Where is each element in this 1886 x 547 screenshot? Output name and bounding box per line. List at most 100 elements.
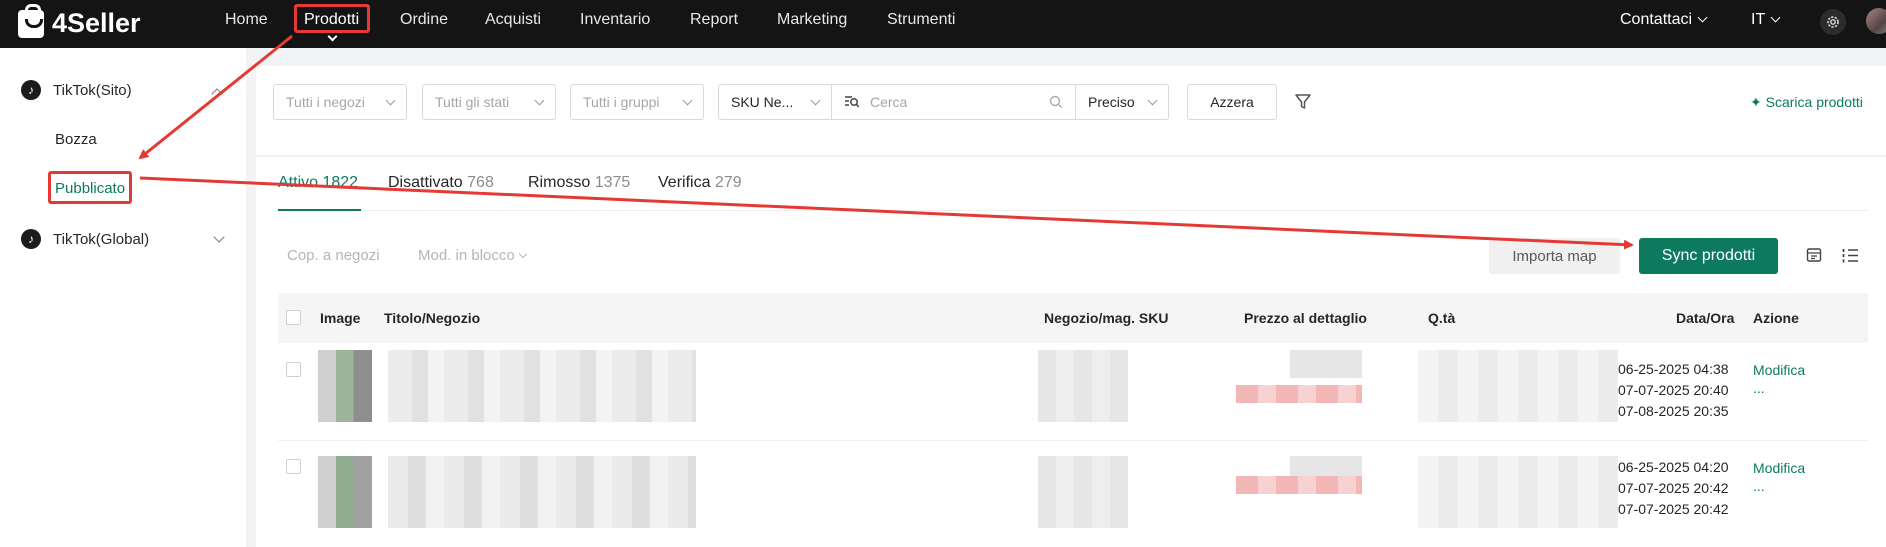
annotation-highlight-pubblicato xyxy=(48,171,132,204)
tab-label: Rimosso xyxy=(528,174,591,191)
sku-pixelated xyxy=(1038,456,1128,528)
tab-divider xyxy=(278,210,1868,211)
tab-label: Disattivato xyxy=(388,174,463,191)
sidebar-group-label: TikTok(Sito) xyxy=(53,81,132,99)
active-nav-caret-icon xyxy=(327,31,338,42)
nav-item-ordine[interactable]: Ordine xyxy=(400,11,448,29)
nav-item-report[interactable]: Report xyxy=(690,11,738,29)
tiktok-icon: ♪ xyxy=(21,229,41,249)
chevron-down-icon xyxy=(534,95,545,105)
list-density-icon[interactable] xyxy=(1842,247,1859,264)
row-checkbox[interactable] xyxy=(286,362,301,377)
tiktok-icon: ♪ xyxy=(21,80,41,100)
edit-link[interactable]: Modifica xyxy=(1753,362,1805,378)
shop-filter-label: Tutti i negozi xyxy=(286,94,365,110)
more-actions-link[interactable]: ... xyxy=(1753,478,1765,494)
more-actions-link[interactable]: ... xyxy=(1753,380,1765,396)
nav-item-acquisti[interactable]: Acquisti xyxy=(485,11,541,29)
sidebar-group-tiktok-sito[interactable]: ♪ TikTok(Sito) xyxy=(21,80,132,100)
price-pixelated xyxy=(1236,385,1362,403)
search-input[interactable]: Cerca xyxy=(831,84,1076,120)
status-filter-label: Tutti gli stati xyxy=(435,94,510,110)
nav-item-home[interactable]: Home xyxy=(225,11,268,29)
sidebar xyxy=(0,48,246,547)
row-divider xyxy=(278,440,1868,441)
copy-to-shops-button[interactable]: Cop. a negozi xyxy=(287,247,380,264)
download-products-label: Scarica prodotti xyxy=(1765,94,1863,110)
tab-rimosso[interactable]: Rimosso 1375 xyxy=(528,174,630,192)
match-mode-label: Preciso xyxy=(1088,94,1135,110)
annotation-highlight-prodotti xyxy=(294,4,370,33)
status-filter-select[interactable]: Tutti gli stati xyxy=(422,84,556,120)
tab-count: 1375 xyxy=(594,174,631,191)
tab-label: Verifica xyxy=(658,174,711,191)
search-icon[interactable] xyxy=(1049,95,1063,109)
contact-label: Contattaci xyxy=(1620,11,1693,28)
filter-icon[interactable] xyxy=(1294,93,1312,111)
synced-date: 07-08-2025 20:35 xyxy=(1618,403,1729,419)
created-date: 06-25-2025 04:20 xyxy=(1618,459,1729,475)
tab-disattivato[interactable]: Disattivato 768 xyxy=(388,174,494,192)
sidebar-group-label: TikTok(Global) xyxy=(53,230,150,248)
price-pixelated xyxy=(1290,350,1362,378)
tab-count: 768 xyxy=(467,174,494,191)
column-header-action: Azione xyxy=(1753,310,1799,326)
chevron-down-icon xyxy=(518,249,527,259)
group-filter-select[interactable]: Tutti i gruppi xyxy=(570,84,704,120)
reset-button[interactable]: Azzera xyxy=(1187,84,1277,120)
search-field-select[interactable]: SKU Ne... xyxy=(718,84,832,120)
product-thumbnail xyxy=(318,456,372,528)
select-all-checkbox[interactable] xyxy=(286,310,301,325)
product-thumbnail xyxy=(318,350,372,422)
sku-pixelated xyxy=(1038,350,1128,422)
chevron-down-icon xyxy=(385,95,396,105)
shop-filter-select[interactable]: Tutti i negozi xyxy=(273,84,407,120)
gear-icon[interactable] xyxy=(1820,9,1846,35)
language-selector[interactable]: IT xyxy=(1751,11,1781,29)
chevron-down-icon xyxy=(682,95,693,105)
edit-link[interactable]: Modifica xyxy=(1753,460,1805,476)
user-avatar[interactable] xyxy=(1866,8,1886,34)
search-field-label: SKU Ne... xyxy=(731,94,794,110)
nav-item-marketing[interactable]: Marketing xyxy=(777,11,847,29)
column-header-title: Titolo/Negozio xyxy=(384,310,481,326)
product-title-pixelated xyxy=(388,456,696,528)
sidebar-group-tiktok-global[interactable]: ♪ TikTok(Global) xyxy=(21,229,149,249)
search-placeholder: Cerca xyxy=(870,94,908,110)
tab-verifica[interactable]: Verifica 279 xyxy=(658,174,742,192)
column-header-datetime: Data/Ora xyxy=(1676,310,1735,326)
tab-label: Attivo xyxy=(278,174,319,191)
bulk-edit-label: Mod. in blocco xyxy=(418,247,515,264)
chevron-down-icon xyxy=(1147,95,1158,105)
match-mode-select[interactable]: Preciso xyxy=(1075,84,1169,120)
top-navigation-bar: 4Seller Home Prodotti Ordine Acquisti In… xyxy=(0,0,1886,48)
app-logo[interactable]: 4Seller xyxy=(18,3,141,39)
import-map-button[interactable]: Importa map xyxy=(1489,238,1620,274)
nav-item-inventario[interactable]: Inventario xyxy=(580,11,650,29)
nav-item-strumenti[interactable]: Strumenti xyxy=(887,11,955,29)
contact-menu[interactable]: Contattaci xyxy=(1620,11,1708,29)
bulk-edit-dropdown[interactable]: Mod. in blocco xyxy=(418,247,527,264)
row-checkbox[interactable] xyxy=(286,459,301,474)
chevron-down-icon xyxy=(1770,12,1781,23)
column-header-sku: Negozio/mag. SKU xyxy=(1044,310,1169,326)
price-pixelated xyxy=(1290,456,1362,476)
language-label: IT xyxy=(1751,11,1766,28)
download-products-link[interactable]: ✦ Scarica prodotti xyxy=(1750,94,1863,111)
column-header-qty: Q.tà xyxy=(1428,310,1456,326)
sidebar-item-bozza[interactable]: Bozza xyxy=(55,131,97,148)
product-title-pixelated xyxy=(388,350,696,422)
list-search-icon xyxy=(845,96,860,108)
chevron-down-icon xyxy=(1697,12,1708,23)
tab-count: 279 xyxy=(714,174,742,191)
active-tab-indicator xyxy=(278,209,361,211)
tab-attivo[interactable]: Attivo 1822 xyxy=(278,174,358,192)
sparkle-icon: ✦ xyxy=(1750,94,1766,110)
qty-pixelated xyxy=(1418,456,1618,528)
column-header-image: Image xyxy=(320,310,361,326)
column-settings-icon[interactable] xyxy=(1806,247,1823,264)
column-header-price: Prezzo al dettaglio xyxy=(1244,310,1367,326)
sync-products-button[interactable]: Sync prodotti xyxy=(1639,238,1778,274)
tab-count: 1822 xyxy=(322,174,359,191)
updated-date: 07-07-2025 20:40 xyxy=(1618,382,1729,398)
